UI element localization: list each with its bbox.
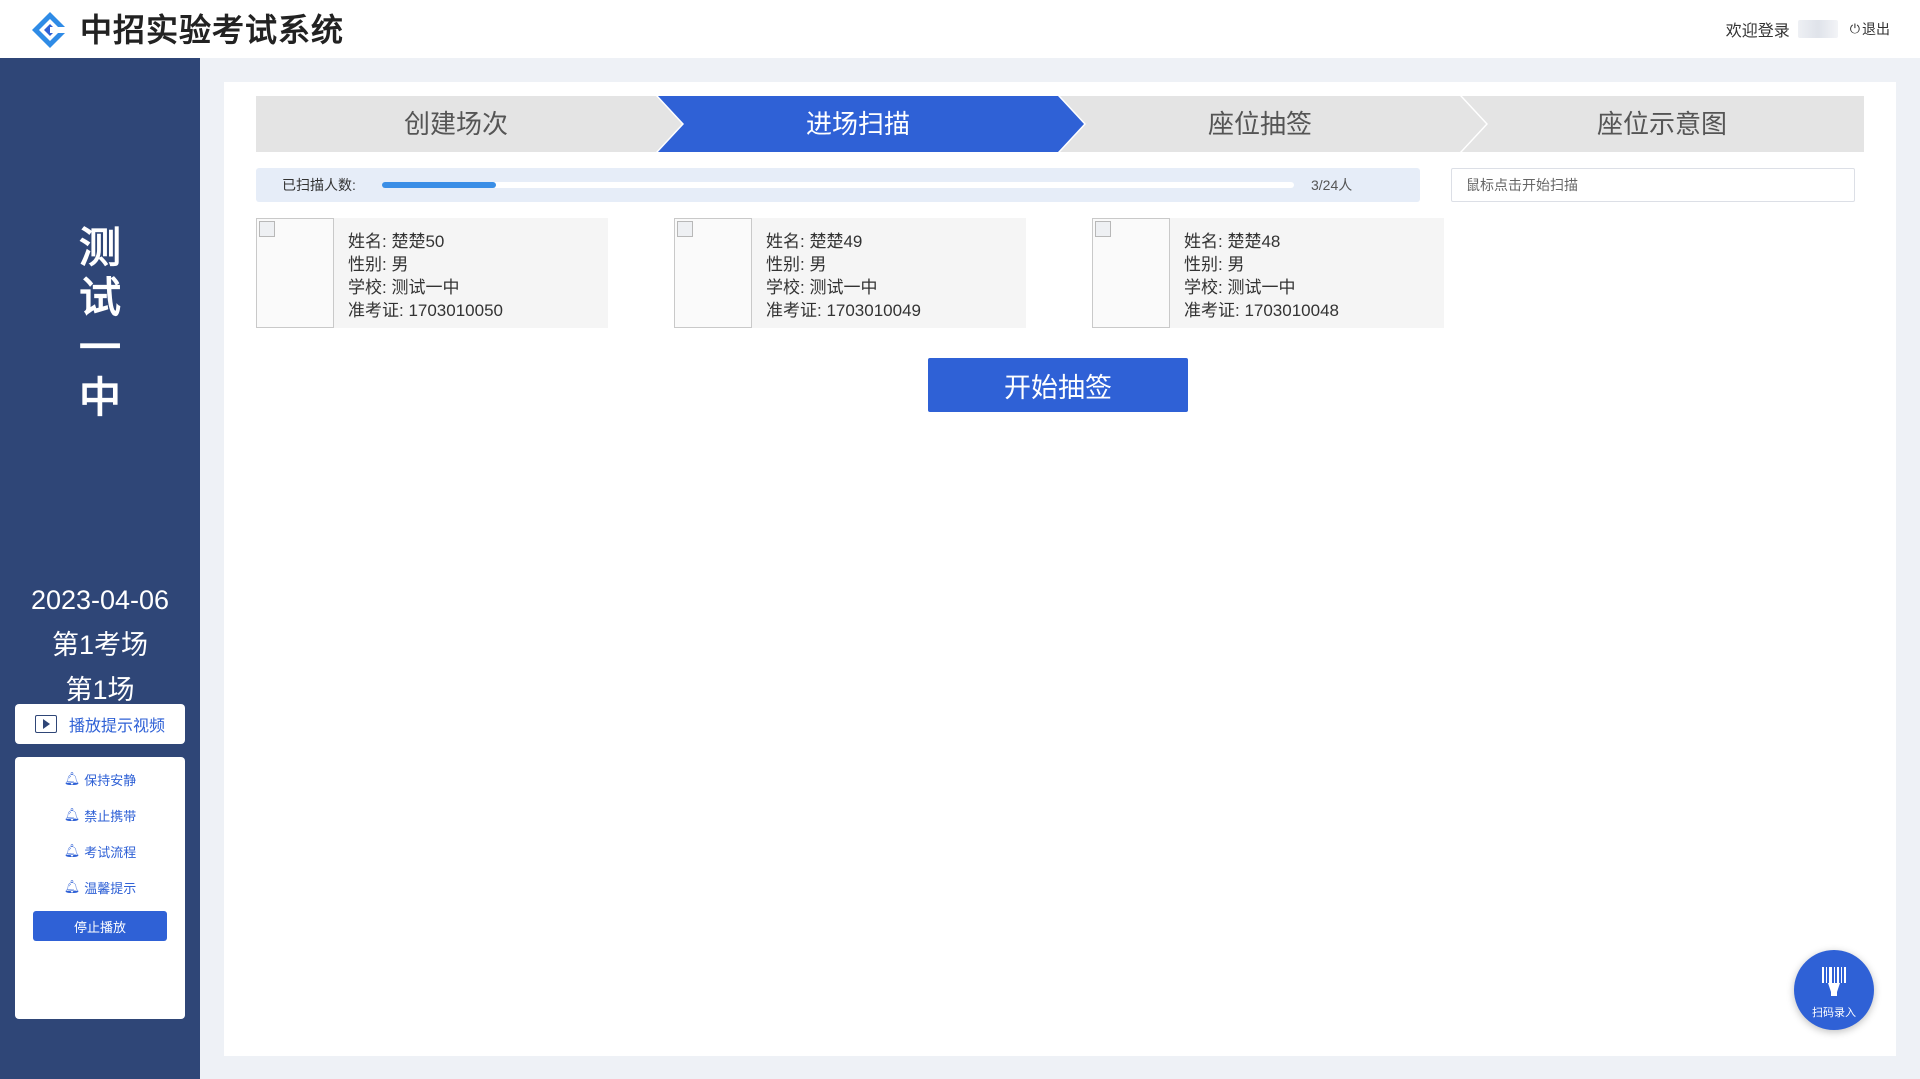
tip-label: 保持安静 bbox=[84, 772, 137, 788]
progress-count: 3/24人 bbox=[1311, 177, 1353, 193]
start-draw-button[interactable]: 开始抽签 bbox=[928, 358, 1188, 412]
tip-label: 温馨提示 bbox=[84, 880, 137, 896]
student-gender: 性别: 男 bbox=[348, 255, 409, 274]
student-cards: 姓名: 楚楚50 性别: 男 学校: 测试一中 准考证: 1703010050 … bbox=[256, 218, 1516, 328]
welcome-text: 欢迎登录 bbox=[1725, 23, 1790, 40]
student-school: 学校: 测试一中 bbox=[766, 278, 878, 297]
student-photo bbox=[674, 218, 752, 328]
username-blurred bbox=[1797, 20, 1838, 38]
step-entry-scan[interactable]: 进场扫描 bbox=[658, 96, 1058, 152]
school-char: 中 bbox=[78, 374, 121, 421]
tip-item-keep-quiet[interactable]: 🔔︎ 保持安静 bbox=[15, 761, 185, 797]
progress-fill bbox=[382, 182, 496, 188]
main-panel: 创建场次 进场扫描 座位抽签 座位示意图 已扫描人数: 3/24人 姓名: 楚楚… bbox=[224, 82, 1896, 1056]
play-video-label: 播放提示视频 bbox=[68, 718, 165, 735]
bell-icon: 🔔︎ bbox=[63, 879, 81, 894]
tip-label: 考试流程 bbox=[84, 844, 137, 860]
student-card: 姓名: 楚楚49 性别: 男 学校: 测试一中 准考证: 1703010049 bbox=[674, 218, 1026, 328]
student-school: 学校: 测试一中 bbox=[348, 278, 460, 297]
tip-item-exam-process[interactable]: 🔔︎ 考试流程 bbox=[15, 833, 185, 869]
student-name: 姓名: 楚楚50 bbox=[348, 232, 445, 251]
school-char: 一 bbox=[78, 324, 121, 371]
student-info: 姓名: 楚楚50 性别: 男 学校: 测试一中 准考证: 1703010050 bbox=[348, 230, 503, 322]
exam-date: 2023-04-06 bbox=[30, 585, 170, 615]
bell-icon: 🔔︎ bbox=[63, 771, 81, 786]
tip-label: 禁止携带 bbox=[84, 808, 137, 824]
tip-item-prohibited[interactable]: 🔔︎ 禁止携带 bbox=[15, 797, 185, 833]
tips-panel: 🔔︎ 保持安静 🔔︎ 禁止携带 🔔︎ 考试流程 🔔︎ 温馨提示 停止播放 bbox=[15, 757, 185, 1019]
school-name: 测 试 一 中 bbox=[0, 223, 200, 423]
app-title: 中招实验考试系统 bbox=[80, 12, 345, 48]
progress-label: 已扫描人数: bbox=[282, 177, 356, 193]
exam-info: 2023-04-06 第1考场 第1场 bbox=[0, 578, 200, 713]
scan-progress: 已扫描人数: 3/24人 bbox=[256, 168, 1420, 202]
tip-item-warm-reminder[interactable]: 🔔︎ 温馨提示 bbox=[15, 869, 185, 905]
student-ticket: 准考证: 1703010048 bbox=[1184, 301, 1339, 320]
student-ticket: 准考证: 1703010049 bbox=[766, 301, 921, 320]
play-icon bbox=[34, 715, 57, 733]
scan-input[interactable] bbox=[1451, 168, 1855, 202]
school-char: 试 bbox=[78, 274, 121, 321]
step-seat-map[interactable]: 座位示意图 bbox=[1462, 96, 1862, 152]
student-name: 姓名: 楚楚48 bbox=[1184, 232, 1281, 251]
student-photo bbox=[1092, 218, 1170, 328]
play-video-button[interactable]: 播放提示视频 bbox=[15, 704, 185, 744]
student-card: 姓名: 楚楚50 性别: 男 学校: 测试一中 准考证: 1703010050 bbox=[256, 218, 608, 328]
scan-entry-button[interactable]: 扫码录入 bbox=[1794, 950, 1874, 1030]
school-char: 测 bbox=[78, 224, 121, 271]
step-create-session[interactable]: 创建场次 bbox=[256, 96, 656, 152]
student-card: 姓名: 楚楚48 性别: 男 学校: 测试一中 准考证: 1703010048 bbox=[1092, 218, 1444, 328]
barcode-scan-icon bbox=[1822, 967, 1846, 996]
student-ticket: 准考证: 1703010050 bbox=[348, 301, 503, 320]
student-school: 学校: 测试一中 bbox=[1184, 278, 1296, 297]
bell-icon: 🔔︎ bbox=[63, 843, 81, 858]
student-info: 姓名: 楚楚49 性别: 男 学校: 测试一中 准考证: 1703010049 bbox=[766, 230, 921, 322]
logout-button[interactable]: ⏻ 退出 bbox=[1850, 19, 1890, 39]
step-seat-draw[interactable]: 座位抽签 bbox=[1060, 96, 1460, 152]
diamond-logo-icon bbox=[32, 12, 68, 48]
student-name: 姓名: 楚楚49 bbox=[766, 232, 863, 251]
logout-label: 退出 bbox=[1862, 21, 1890, 37]
student-gender: 性别: 男 bbox=[766, 255, 827, 274]
exam-room: 第1考场 bbox=[51, 630, 149, 660]
scan-entry-label: 扫码录入 bbox=[1812, 1007, 1856, 1019]
bell-icon: 🔔︎ bbox=[63, 807, 81, 822]
student-gender: 性别: 男 bbox=[1184, 255, 1245, 274]
step-bar: 创建场次 进场扫描 座位抽签 座位示意图 bbox=[256, 96, 1864, 152]
power-icon: ⏻ bbox=[1849, 21, 1860, 36]
progress-track bbox=[382, 182, 1294, 188]
stop-playback-button[interactable]: 停止播放 bbox=[33, 911, 167, 941]
student-info: 姓名: 楚楚48 性别: 男 学校: 测试一中 准考证: 1703010048 bbox=[1184, 230, 1339, 322]
student-photo bbox=[256, 218, 334, 328]
top-header: 中招实验考试系统 欢迎登录 ⏻ 退出 bbox=[0, 0, 1920, 58]
header-user-area: 欢迎登录 ⏻ 退出 bbox=[1726, 17, 1890, 41]
